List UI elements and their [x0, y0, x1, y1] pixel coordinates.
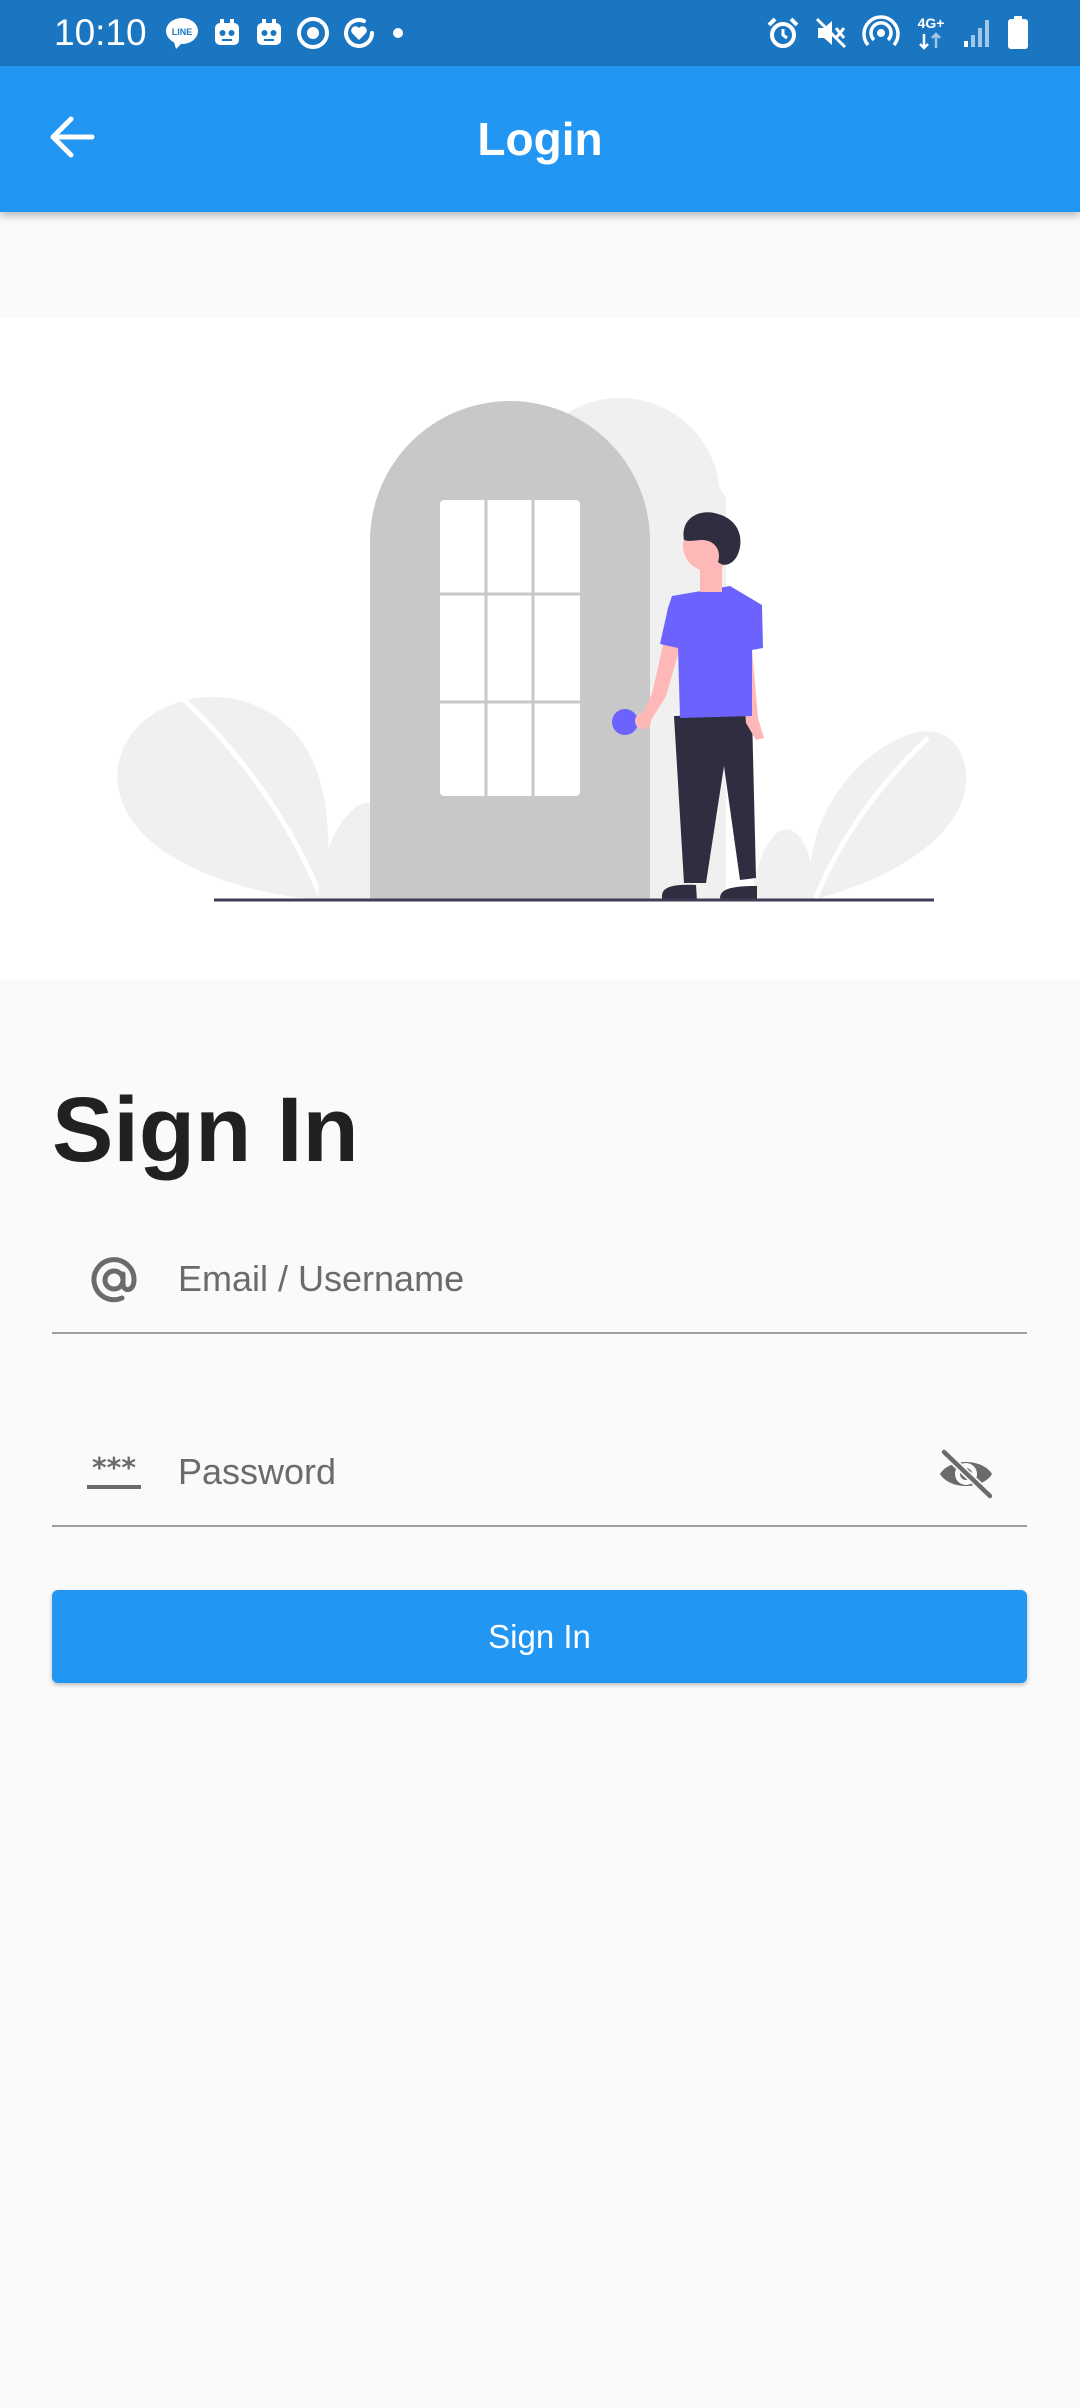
battery-icon — [1006, 15, 1030, 51]
password-icon: *** — [84, 1443, 144, 1503]
hotspot-icon — [862, 15, 900, 51]
sign-in-heading: Sign In — [52, 1079, 359, 1181]
svg-text:LINE: LINE — [172, 27, 193, 37]
network-4g-icon: 4G+ — [914, 14, 948, 52]
dot-icon — [388, 23, 408, 43]
status-bar: 10:10 LINE 4G+ — [0, 0, 1080, 66]
mute-icon — [814, 16, 848, 50]
notification-icon — [254, 17, 284, 49]
network-label: 4G+ — [918, 15, 945, 31]
status-notification-icons: LINE — [164, 14, 408, 52]
line-app-icon: LINE — [164, 16, 200, 50]
alarm-icon — [766, 16, 800, 50]
visibility-off-icon[interactable] — [933, 1441, 999, 1507]
signal-icon — [962, 17, 992, 49]
at-sign-icon — [84, 1250, 144, 1310]
app-bar: Login — [0, 66, 1080, 212]
email-input[interactable] — [178, 1244, 938, 1314]
status-system-icons: 4G+ — [766, 12, 1030, 54]
password-field[interactable]: *** — [52, 1415, 1027, 1527]
email-field[interactable] — [52, 1222, 1027, 1334]
circle-app-icon — [296, 16, 330, 50]
password-input[interactable] — [178, 1437, 938, 1507]
status-time: 10:10 — [54, 12, 147, 53]
svg-text:***: *** — [92, 1453, 136, 1484]
login-illustration — [0, 318, 1080, 980]
page-title: Login — [477, 113, 603, 165]
heart-app-icon — [342, 16, 376, 50]
notification-icon — [212, 17, 242, 49]
sign-in-button[interactable]: Sign In — [52, 1590, 1027, 1683]
